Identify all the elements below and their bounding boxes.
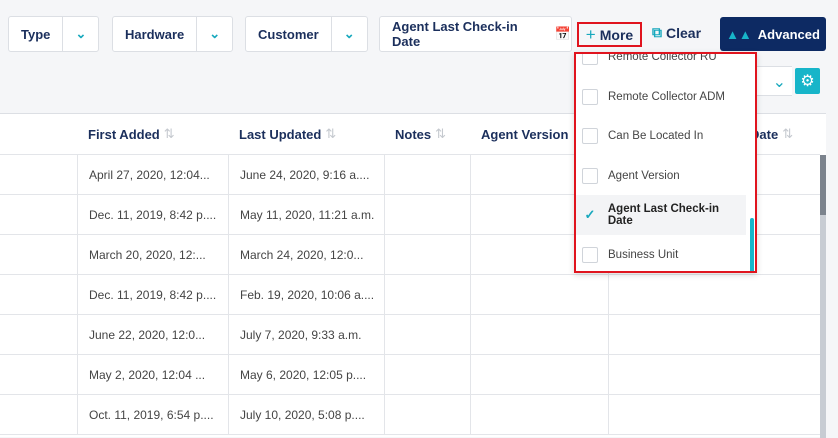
- table-cell: [0, 355, 77, 395]
- advanced-button[interactable]: ▲▲ Advanced: [720, 17, 826, 51]
- table-cell: [0, 395, 77, 435]
- table-cell: [608, 315, 820, 355]
- table-cell: [384, 155, 470, 195]
- sort-icon[interactable]: ⇅: [782, 126, 793, 142]
- checkbox-icon[interactable]: [582, 167, 598, 184]
- clear-button[interactable]: ⧉ Clear: [652, 24, 701, 41]
- table-cell: March 20, 2020, 12:...: [77, 235, 228, 275]
- header-label: First Added: [88, 126, 160, 142]
- filter-label: Customer: [258, 26, 319, 42]
- table-cell: Feb. 19, 2020, 10:06 a....: [228, 275, 384, 315]
- menu-item-label: Agent Version: [608, 169, 680, 182]
- table-cell: Oct. 11, 2019, 6:54 p....: [77, 395, 228, 435]
- table-cell: [0, 315, 77, 355]
- table-cell: July 7, 2020, 9:33 a.m.: [228, 315, 384, 355]
- table-cell: [608, 275, 820, 315]
- dropdown-scrollbar[interactable]: [750, 218, 754, 271]
- table-row[interactable]: June 22, 2020, 12:0... July 7, 2020, 9:33…: [0, 315, 820, 355]
- table-cell: May 2, 2020, 12:04 ...: [77, 355, 228, 395]
- table-cell: [0, 275, 77, 315]
- menu-item-label: Remote Collector RU: [608, 52, 717, 63]
- filter-type[interactable]: Type ⌄: [8, 16, 100, 52]
- column-header-last-updated[interactable]: Last Updated ⇅: [228, 114, 384, 155]
- sort-icon[interactable]: ⇅: [435, 126, 446, 142]
- more-menu-item[interactable]: Business Unit: [576, 235, 746, 272]
- settings-button[interactable]: ⚙: [795, 68, 820, 94]
- table-row[interactable]: Oct. 11, 2019, 6:54 p.... July 10, 2020, …: [0, 395, 820, 435]
- more-columns-dropdown: Remote Collector RU Remote Collector ADM C…: [574, 52, 757, 273]
- checkbox-icon[interactable]: [582, 88, 598, 105]
- chevron-down-icon: ⌄: [330, 17, 367, 51]
- plus-icon: +: [585, 24, 596, 44]
- menu-item-label: Remote Collector ADM: [608, 90, 725, 103]
- filter-customer[interactable]: Customer ⌄: [245, 16, 368, 52]
- chevron-down-icon: ⌄: [196, 17, 232, 51]
- filter-agent-last-checkin-date[interactable]: Agent Last Check-in Date 📅: [379, 16, 572, 52]
- more-menu-item[interactable]: Remote Collector ADM: [576, 77, 746, 117]
- more-label: More: [599, 26, 634, 43]
- more-menu-item[interactable]: ✓ Agent Last Check-in Date: [576, 195, 746, 235]
- table-row[interactable]: May 2, 2020, 12:04 ... May 6, 2020, 12:05…: [0, 355, 820, 395]
- table-cell: [384, 315, 470, 355]
- more-menu-item[interactable]: Agent Version: [576, 156, 746, 196]
- table-cell: July 10, 2020, 5:08 p....: [228, 395, 384, 435]
- checkbox-icon[interactable]: [582, 54, 598, 65]
- header-label: Notes: [395, 126, 432, 142]
- table-cell: March 24, 2020, 12:0...: [228, 235, 384, 275]
- clear-label: Clear: [666, 24, 702, 41]
- more-menu-item[interactable]: Remote Collector RU: [576, 52, 746, 77]
- advanced-label: Advanced: [757, 26, 820, 42]
- checkbox-checked-icon[interactable]: ✓: [582, 207, 598, 223]
- table-cell: May 11, 2020, 11:21 a.m.: [228, 195, 384, 235]
- table-cell: Dec. 11, 2019, 8:42 p....: [77, 195, 228, 235]
- filter-clear-icon: ⧉: [652, 24, 662, 40]
- column-header-first-added[interactable]: First Added ⇅: [77, 114, 228, 155]
- table-cell: April 27, 2020, 12:04...: [77, 155, 228, 195]
- table-cell: [384, 275, 470, 315]
- table-cell: May 6, 2020, 12:05 p....: [228, 355, 384, 395]
- table-scrollbar[interactable]: [820, 155, 826, 438]
- filter-label: Agent Last Check-in Date: [392, 19, 518, 49]
- checkbox-icon[interactable]: [582, 128, 598, 144]
- table-cell: [384, 195, 470, 235]
- table-cell: [470, 355, 610, 395]
- more-menu-item[interactable]: Can Be Located In: [576, 116, 746, 156]
- menu-item-label: Agent Last Check-in Date: [607, 203, 720, 227]
- header-label: Agent Version: [481, 126, 569, 142]
- table-cell: June 22, 2020, 12:0...: [77, 315, 228, 355]
- menu-item-label: Can Be Located In: [608, 130, 704, 142]
- table-cell: [0, 235, 77, 275]
- table-row[interactable]: Dec. 11, 2019, 8:42 p.... Feb. 19, 2020, …: [0, 275, 820, 315]
- table-cell: [0, 155, 77, 195]
- table-cell: [608, 395, 820, 435]
- filter-label: Type: [21, 26, 51, 42]
- table-cell: [384, 395, 470, 435]
- menu-item-label: Business Unit: [608, 248, 679, 261]
- binoculars-icon: ▲▲: [726, 26, 752, 42]
- more-button[interactable]: + More: [577, 22, 642, 47]
- filter-label: Hardware: [125, 26, 185, 42]
- header-label: Last Updated: [239, 126, 322, 142]
- table-cell: [470, 275, 610, 315]
- sort-icon[interactable]: ⇅: [325, 126, 336, 142]
- table-cell: [608, 355, 820, 395]
- table-cell: [384, 355, 470, 395]
- table-cell: [470, 395, 610, 435]
- column-header-notes[interactable]: Notes ⇅: [384, 114, 470, 155]
- table-cell: [384, 235, 470, 275]
- table-cell: Dec. 11, 2019, 8:42 p....: [77, 275, 228, 315]
- table-cell: [470, 315, 610, 355]
- filter-hardware[interactable]: Hardware ⌄: [112, 16, 234, 52]
- chevron-down-icon: ⌄: [772, 74, 786, 91]
- scrollbar-thumb[interactable]: [820, 155, 826, 215]
- checkbox-icon[interactable]: [582, 246, 598, 263]
- column-header-blank: [0, 114, 77, 155]
- gear-icon: ⚙: [800, 73, 815, 90]
- table-cell: June 24, 2020, 9:16 a....: [228, 155, 384, 195]
- chevron-down-icon: ⌄: [62, 17, 98, 51]
- sort-icon[interactable]: ⇅: [164, 126, 175, 142]
- calendar-icon: 📅: [554, 26, 571, 41]
- table-cell: [0, 195, 77, 235]
